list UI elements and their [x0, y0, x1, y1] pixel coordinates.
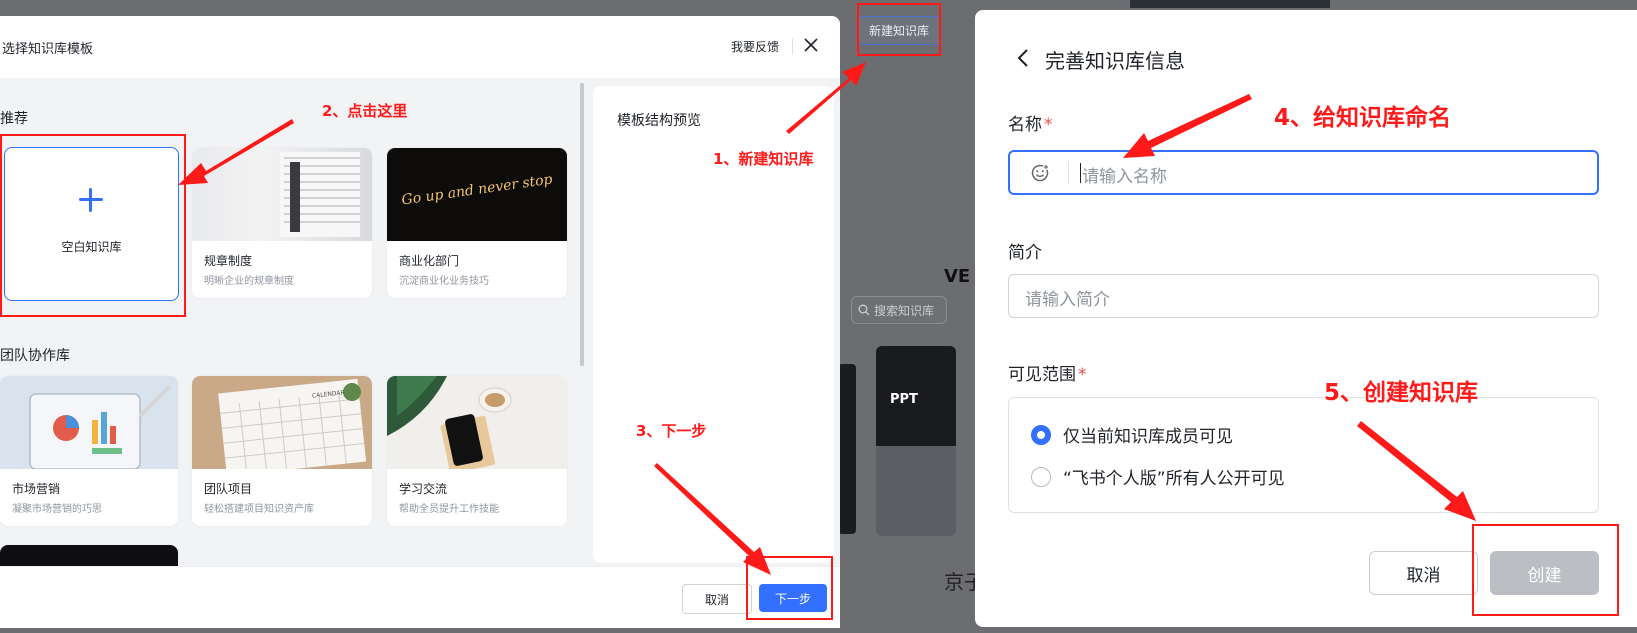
name-input[interactable]: 请输入名称 — [1008, 150, 1599, 195]
required-mark: * — [1044, 115, 1053, 135]
name-label: 名称 * — [1008, 110, 1053, 135]
section-team: 团队协作库 — [0, 348, 70, 364]
template-desc: 轻松搭建项目知识资产库 — [204, 504, 314, 515]
back-button[interactable] — [1012, 44, 1034, 72]
highlight-create — [1472, 524, 1619, 616]
template-image — [0, 376, 178, 469]
cancel-button[interactable]: 取消 — [682, 584, 752, 614]
knowledge-base-search[interactable]: 搜索知识库 — [851, 296, 947, 324]
template-card-commercial[interactable]: Go up and never stop 商业化部门 沉淀商业化业务技巧 — [387, 148, 567, 298]
close-button[interactable] — [800, 34, 822, 56]
template-list-scrollbar[interactable] — [580, 83, 584, 366]
template-image: CALENDAR — [192, 376, 372, 469]
template-card-partial[interactable] — [0, 545, 178, 566]
cancel-button[interactable]: 取消 — [1369, 551, 1478, 595]
highlight-blank-card — [0, 134, 186, 317]
visibility-options: 仅当前知识库成员可见 “飞书个人版”所有人公开可见 — [1008, 397, 1599, 513]
search-icon — [858, 304, 870, 316]
background-strip — [1130, 0, 1330, 8]
radio-label[interactable]: “飞书个人版”所有人公开可见 — [1063, 464, 1285, 489]
name-label-text: 名称 — [1008, 115, 1042, 135]
intro-label: 简介 — [1008, 243, 1042, 263]
close-icon — [804, 38, 818, 52]
dialog-title: 选择知识库模板 — [2, 42, 94, 57]
template-card-learning[interactable]: 学习交流 帮助全员提升工作技能 — [387, 376, 567, 526]
highlight-next — [746, 556, 833, 620]
annotation-step3: 3、下一步 — [636, 422, 707, 440]
template-image — [387, 376, 567, 469]
search-placeholder: 搜索知识库 — [874, 303, 935, 318]
template-name: 商业化部门 — [399, 254, 460, 268]
highlight-new-kb — [857, 3, 941, 56]
emoji-picker-button[interactable] — [1022, 160, 1058, 186]
template-desc: 明晰企业的规章制度 — [204, 276, 294, 287]
radio-public[interactable] — [1031, 467, 1051, 487]
feedback-link[interactable]: 我要反馈 — [731, 38, 779, 55]
name-placeholder: 请输入名称 — [1082, 167, 1167, 187]
annotation-step4: 4、给知识库命名 — [1274, 105, 1452, 131]
visibility-label: 可见范围 * — [1008, 360, 1087, 385]
annotation-step1: 1、新建知识库 — [713, 150, 814, 168]
template-name: 规章制度 — [204, 254, 253, 268]
intro-placeholder: 请输入简介 — [1025, 290, 1110, 310]
preview-title: 模板结构预览 — [617, 113, 701, 129]
template-card-marketing[interactable]: 市场营销 凝聚市场营销的巧思 — [0, 376, 178, 526]
text-caret — [1080, 163, 1081, 183]
background-card — [838, 364, 856, 534]
annotation-step5: 5、创建知识库 — [1324, 380, 1479, 406]
annotation-step2: 2、点击这里 — [322, 102, 408, 120]
radio-members-only[interactable] — [1031, 425, 1051, 445]
template-image-text: Go up and never stop — [400, 171, 554, 209]
background-partial-text: VE — [944, 266, 971, 287]
template-desc: 帮助全员提升工作技能 — [399, 504, 499, 515]
template-card-rules[interactable]: 规章制度 明晰企业的规章制度 — [192, 148, 372, 298]
input-divider — [1068, 162, 1069, 184]
section-recommended: 推荐 — [0, 111, 28, 127]
emoji-icon — [1031, 164, 1049, 182]
chevron-left-icon — [1017, 49, 1028, 67]
template-image — [192, 148, 372, 241]
template-desc: 沉淀商业化业务技巧 — [399, 276, 489, 287]
template-name: 团队项目 — [204, 482, 253, 496]
required-mark: * — [1078, 365, 1087, 385]
dialog-title: 完善知识库信息 — [1045, 49, 1185, 73]
background-card-ppt: PPT — [876, 346, 956, 536]
header-divider — [792, 38, 793, 54]
template-image: Go up and never stop — [387, 148, 567, 241]
template-card-team-project[interactable]: CALENDAR 团队项目 轻松搭建项目知识资产库 — [192, 376, 372, 526]
visibility-label-text: 可见范围 — [1008, 365, 1076, 385]
template-name: 学习交流 — [399, 482, 448, 496]
intro-input[interactable]: 请输入简介 — [1008, 274, 1599, 318]
ppt-label: PPT — [890, 392, 918, 407]
template-name: 市场营销 — [12, 482, 61, 496]
radio-label[interactable]: 仅当前知识库成员可见 — [1063, 422, 1233, 447]
template-desc: 凝聚市场营销的巧思 — [12, 504, 102, 515]
